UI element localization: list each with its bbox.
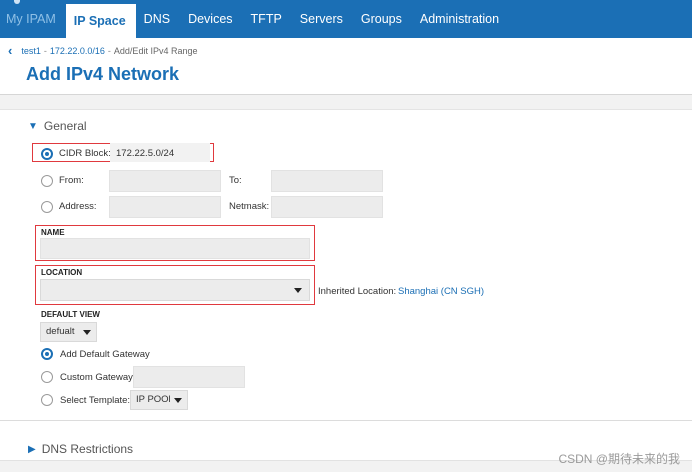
address-label: Address: xyxy=(59,201,97,212)
cidr-radio[interactable] xyxy=(41,148,53,160)
add-default-gateway-label: Add Default Gateway xyxy=(60,349,150,360)
panel-header-band xyxy=(0,94,692,110)
dropdown-caret-icon xyxy=(294,288,302,293)
template-value: IP POOl xyxy=(136,394,171,405)
chevron-left-icon[interactable]: ‹ xyxy=(8,44,12,57)
select-template-label: Select Template: xyxy=(60,395,131,406)
nav-servers[interactable]: Servers xyxy=(292,0,353,38)
address-radio[interactable] xyxy=(41,201,53,213)
breadcrumb-current: Add/Edit IPv4 Range xyxy=(113,46,198,56)
chevron-right-icon: ▶ xyxy=(28,443,36,455)
range-radio[interactable] xyxy=(41,175,53,187)
address-input[interactable] xyxy=(109,196,221,218)
section-dns-restrictions-toggle[interactable]: ▶ DNS Restrictions xyxy=(28,442,133,456)
watermark: CSDN @期待未来的我 xyxy=(558,452,680,466)
breadcrumb: ‹ test1 - 172.22.0.0/16 - Add/Edit IPv4 … xyxy=(8,44,197,58)
nav-ip-space[interactable]: IP Space xyxy=(65,4,136,38)
location-select[interactable] xyxy=(40,279,310,301)
netmask-input[interactable] xyxy=(271,196,383,218)
section-general-label: General xyxy=(43,119,87,133)
default-view-value: defualt xyxy=(46,326,75,337)
location-label: LOCATION xyxy=(41,268,83,277)
custom-gateway-input[interactable] xyxy=(133,366,245,388)
nav-devices[interactable]: Devices xyxy=(180,0,242,38)
nav-dns[interactable]: DNS xyxy=(136,0,180,38)
select-template-radio[interactable] xyxy=(41,394,53,406)
custom-gateway-radio[interactable] xyxy=(41,371,53,383)
dropdown-caret-icon xyxy=(174,398,182,403)
inherited-location-label: Inherited Location: xyxy=(318,286,397,297)
breadcrumb-separator: - xyxy=(43,46,47,56)
to-label: To: xyxy=(229,175,242,186)
nav-administration[interactable]: Administration xyxy=(412,0,509,38)
name-label: NAME xyxy=(41,228,65,237)
section-divider xyxy=(0,420,692,421)
nav-tftp[interactable]: TFTP xyxy=(243,0,292,38)
page-title: Add IPv4 Network xyxy=(26,64,180,84)
nav-my-ipam[interactable]: My IPAM xyxy=(0,0,66,38)
inherited-location-link[interactable]: Shanghai (CN SGH) xyxy=(398,286,484,297)
from-label: From: xyxy=(59,175,84,186)
cidr-value: 172.22.5.0/24 xyxy=(116,148,175,159)
from-input[interactable] xyxy=(109,170,221,192)
custom-gateway-label: Custom Gateway: xyxy=(60,372,136,383)
cidr-label: CIDR Block: xyxy=(59,148,111,159)
breadcrumb-network[interactable]: 172.22.0.0/16 xyxy=(50,46,105,56)
to-input[interactable] xyxy=(271,170,383,192)
nav-groups[interactable]: Groups xyxy=(353,0,412,38)
default-view-label: DEFAULT VIEW xyxy=(41,310,100,319)
add-default-gateway-radio[interactable] xyxy=(41,348,53,360)
section-dns-restrictions-label: DNS Restrictions xyxy=(41,442,134,456)
breadcrumb-separator: - xyxy=(107,46,111,56)
chevron-down-icon: ▼ xyxy=(28,120,38,132)
top-nav: My IPAM IP Space DNS Devices TFTP Server… xyxy=(0,0,692,38)
section-general-toggle[interactable]: ▼ General xyxy=(28,119,87,133)
dropdown-caret-icon xyxy=(83,330,91,335)
netmask-label: Netmask: xyxy=(229,201,270,212)
breadcrumb-test1[interactable]: test1 xyxy=(21,46,41,56)
name-input[interactable] xyxy=(40,238,310,259)
